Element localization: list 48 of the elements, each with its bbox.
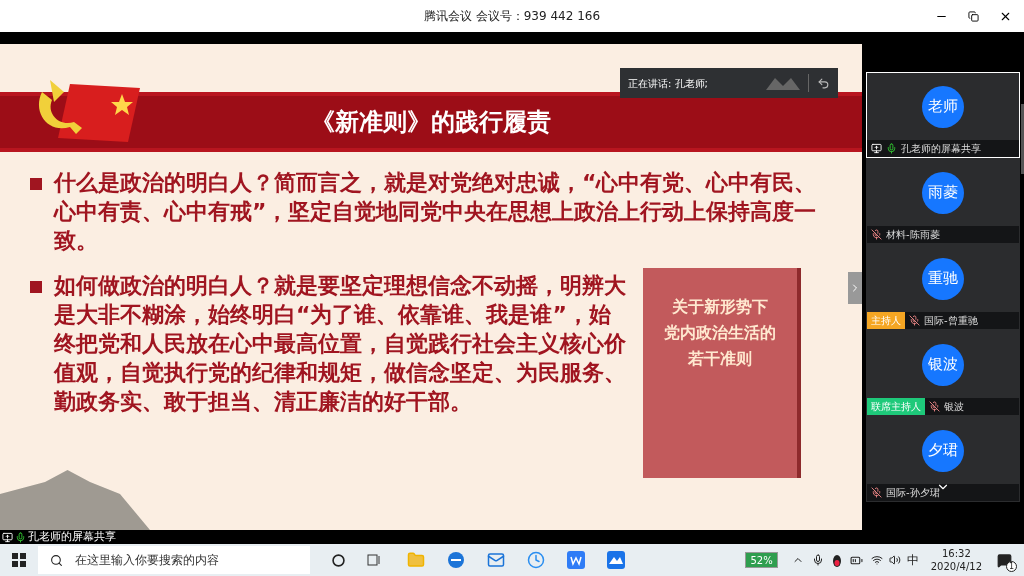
- role-badge: 主持人: [867, 312, 905, 329]
- wifi-icon[interactable]: [870, 554, 883, 566]
- speaking-label: 正在讲话: 孔老师;: [628, 76, 708, 91]
- role-badge: 联席主持人: [867, 398, 925, 415]
- cortana-icon[interactable]: [332, 553, 345, 567]
- clock-time[interactable]: 16:32: [941, 547, 971, 560]
- video-tile[interactable]: 重驰 主持人 国际-曾重驰: [866, 244, 1020, 330]
- clock-icon[interactable]: [527, 551, 545, 569]
- slide-title: 《新准则》的践行履责: [311, 107, 551, 138]
- clock-date[interactable]: 2020/4/12: [930, 560, 982, 573]
- book-title: 关于新形势下: [672, 296, 768, 318]
- task-view-icon[interactable]: [367, 554, 381, 566]
- participant-name: 材料-陈雨菱: [886, 228, 940, 242]
- participant-name: 银波: [944, 400, 964, 414]
- search-icon: [50, 553, 63, 567]
- volume-icon[interactable]: [888, 554, 901, 566]
- screen-share-icon: [2, 531, 13, 543]
- return-icon[interactable]: [817, 76, 830, 90]
- participant-name: 国际-曾重驰: [924, 314, 978, 328]
- video-tile[interactable]: 夕珺 国际-孙夕珺: [866, 416, 1020, 502]
- book-title: 党内政治生活的: [664, 322, 776, 344]
- notification-icon: [996, 552, 1012, 568]
- document-app-icon[interactable]: [567, 551, 585, 569]
- book-title: 若干准则: [688, 348, 752, 370]
- bullet-text: 如何做政治的明白人？就是要坚定理想信念不动摇，明辨大是大非不糊涂，始终明白“为了谁、依靠谁、我是谁”，始终把党和人民放在心中最高位置，自觉践行社会主义核心价值观，自觉执行党的纪律和规矩，做信念坚定、为民服务、勤政务实、敢于担当、清正廉洁的好干部。: [54, 272, 627, 416]
- video-tile[interactable]: 雨菱 材料-陈雨菱: [866, 158, 1020, 244]
- mic-icon: [15, 531, 26, 543]
- participant-name: 国际-孙夕珺: [886, 486, 940, 500]
- meeting-app-icon[interactable]: [607, 551, 625, 569]
- participant-name: 孔老师的屏幕共享: [901, 142, 981, 156]
- search-placeholder: 在这里输入你要搜索的内容: [75, 552, 219, 569]
- mail-icon[interactable]: [487, 551, 505, 569]
- logo-icon: [766, 76, 800, 90]
- bullet-icon: [30, 178, 42, 190]
- window-title: 腾讯会议 会议号：939 442 166: [423, 8, 601, 25]
- bullet-text: 什么是政治的明白人？简而言之，就是对党绝对忠诚，“心中有党、心中有民、心中有责、心中有戒”，坚定自觉地同党中央在思想上政治上行动上保持高度一致。: [54, 169, 818, 255]
- video-tile[interactable]: 银波 联席主持人 银波: [866, 330, 1020, 416]
- mic-icon[interactable]: [811, 554, 824, 566]
- search-field[interactable]: 在这里输入你要搜索的内容: [38, 546, 310, 574]
- bullet-icon: [30, 281, 42, 293]
- share-label: 孔老师的屏幕共享: [28, 530, 116, 544]
- notification-button[interactable]: 1: [994, 550, 1014, 570]
- windows-icon[interactable]: [12, 553, 26, 567]
- battery-widget: 52%: [745, 552, 778, 568]
- notification-count: 1: [1006, 561, 1017, 572]
- video-tile[interactable]: 老师 孔老师的屏幕共享: [866, 72, 1020, 158]
- restore-icon[interactable]: [968, 10, 979, 22]
- input-method[interactable]: 中: [906, 551, 919, 569]
